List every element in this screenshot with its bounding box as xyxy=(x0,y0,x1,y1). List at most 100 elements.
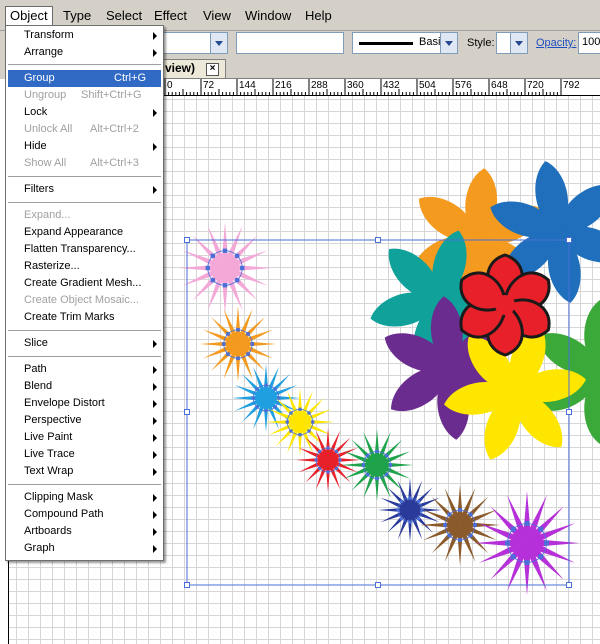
yellow-starburst xyxy=(266,388,334,456)
menu-item-show-all[interactable]: Show All Alt+Ctrl+3 xyxy=(6,155,163,172)
ruler-tick-label: 792 xyxy=(563,80,580,91)
ruler-tick-label: 144 xyxy=(239,80,256,91)
graphic-style-dropdown[interactable] xyxy=(496,32,528,54)
resize-handle xyxy=(184,409,190,415)
menu-item-expand[interactable]: Expand... xyxy=(6,207,163,224)
menu-object[interactable]: Object xyxy=(5,6,53,26)
chevron-down-icon xyxy=(510,33,527,53)
menu-item-unlock-all[interactable]: Unlock All Alt+Ctrl+2 xyxy=(6,121,163,138)
menu-item-compound-path[interactable]: Compound Path xyxy=(6,506,163,523)
submenu-arrow-icon xyxy=(153,366,157,374)
resize-handle xyxy=(566,409,572,415)
menu-item-clipping-mask[interactable]: Clipping Mask xyxy=(6,489,163,506)
ruler-tick-label: 0 xyxy=(167,80,173,91)
submenu-arrow-icon xyxy=(153,49,157,57)
navy-starburst xyxy=(378,478,442,542)
brush-definition-dropdown[interactable]: Basic xyxy=(352,32,458,54)
brown-starburst xyxy=(420,485,500,565)
menu-item-path[interactable]: Path xyxy=(6,361,163,378)
document-tab-strip xyxy=(160,58,600,79)
menu-divider xyxy=(8,484,161,485)
style-label: Style: xyxy=(467,37,495,49)
ruler-tick-label: 504 xyxy=(419,80,436,91)
brush-stroke-preview xyxy=(359,42,413,45)
submenu-arrow-icon xyxy=(153,143,157,151)
menu-item-group[interactable]: Group Ctrl+G xyxy=(8,70,161,87)
menu-item-flatten-transparency[interactable]: Flatten Transparency... xyxy=(6,241,163,258)
menu-item-artboards[interactable]: Artboards xyxy=(6,523,163,540)
red-starburst xyxy=(296,428,360,492)
menu-item-transform[interactable]: Transform xyxy=(6,27,163,44)
ruler-tick-label: 216 xyxy=(275,80,292,91)
variable-width-dropdown[interactable] xyxy=(236,32,344,54)
chevron-down-icon xyxy=(440,33,457,53)
submenu-arrow-icon xyxy=(153,528,157,536)
resize-handle xyxy=(375,582,381,588)
menu-item-create-object-mosaic[interactable]: Create Object Mosaic... xyxy=(6,292,163,309)
ruler-tick-label: 72 xyxy=(203,80,215,91)
menu-item-ungroup[interactable]: Ungroup Shift+Ctrl+G xyxy=(6,87,163,104)
submenu-arrow-icon xyxy=(153,434,157,442)
menu-item-arrange[interactable]: Arrange xyxy=(6,44,163,61)
chevron-down-icon xyxy=(210,33,227,53)
opacity-value: 100 xyxy=(582,36,600,48)
submenu-arrow-icon xyxy=(153,451,157,459)
horizontal-ruler[interactable]: 0 72 144 216 288 360 432 504 576 648 720… xyxy=(160,79,600,96)
menu-item-live-trace[interactable]: Live Trace xyxy=(6,446,163,463)
menu-divider xyxy=(8,64,161,65)
menu-item-lock[interactable]: Lock xyxy=(6,104,163,121)
submenu-arrow-icon xyxy=(153,340,157,348)
menu-type[interactable]: Type xyxy=(59,7,95,25)
menu-divider xyxy=(8,330,161,331)
opacity-link[interactable]: Opacity: xyxy=(536,37,576,49)
menu-divider xyxy=(8,202,161,203)
menu-item-perspective[interactable]: Perspective xyxy=(6,412,163,429)
resize-handle xyxy=(184,582,190,588)
submenu-arrow-icon xyxy=(153,32,157,40)
menu-effect[interactable]: Effect xyxy=(150,7,191,25)
menu-help[interactable]: Help xyxy=(301,7,336,25)
submenu-arrow-icon xyxy=(153,494,157,502)
menu-view[interactable]: View xyxy=(199,7,235,25)
submenu-arrow-icon xyxy=(153,468,157,476)
menu-item-rasterize[interactable]: Rasterize... xyxy=(6,258,163,275)
orange-starburst xyxy=(200,306,276,382)
pink-starburst xyxy=(179,222,271,314)
menu-window[interactable]: Window xyxy=(241,7,295,25)
resize-handle xyxy=(375,237,381,243)
menu-item-graph[interactable]: Graph xyxy=(6,540,163,557)
menu-divider xyxy=(8,356,161,357)
menu-item-hide[interactable]: Hide xyxy=(6,138,163,155)
menu-item-live-paint[interactable]: Live Paint xyxy=(6,429,163,446)
menu-select[interactable]: Select xyxy=(102,7,146,25)
ruler-tick-label: 648 xyxy=(491,80,508,91)
object-menu: Transform Arrange Group Ctrl+G Ungroup Shi… xyxy=(5,25,164,561)
menu-item-expand-appearance[interactable]: Expand Appearance xyxy=(6,224,163,241)
menu-item-filters[interactable]: Filters xyxy=(6,181,163,198)
menu-item-create-gradient-mesh[interactable]: Create Gradient Mesh... xyxy=(6,275,163,292)
menu-divider xyxy=(8,176,161,177)
resize-handle xyxy=(184,237,190,243)
submenu-arrow-icon xyxy=(153,511,157,519)
ruler-tick-label: 288 xyxy=(311,80,328,91)
violet-starburst xyxy=(475,491,579,595)
menu-item-envelope-distort[interactable]: Envelope Distort xyxy=(6,395,163,412)
submenu-arrow-icon xyxy=(153,383,157,391)
menu-item-blend[interactable]: Blend xyxy=(6,378,163,395)
menu-item-text-wrap[interactable]: Text Wrap xyxy=(6,463,163,480)
submenu-arrow-icon xyxy=(153,417,157,425)
close-icon[interactable]: × xyxy=(206,63,219,76)
menu-item-create-trim-marks[interactable]: Create Trim Marks xyxy=(6,309,163,326)
stroke-weight-dropdown[interactable] xyxy=(162,32,228,54)
submenu-arrow-icon xyxy=(153,545,157,553)
opacity-input[interactable]: 100 xyxy=(578,32,600,54)
menu-item-slice[interactable]: Slice xyxy=(6,335,163,352)
resize-handle xyxy=(566,237,572,243)
submenu-arrow-icon xyxy=(153,109,157,117)
document-tab-label: view) xyxy=(165,61,196,75)
document-tab[interactable]: view) × xyxy=(162,59,226,78)
ruler-tick-label: 720 xyxy=(527,80,544,91)
submenu-arrow-icon xyxy=(153,400,157,408)
submenu-arrow-icon xyxy=(153,186,157,194)
ruler-tick-label: 576 xyxy=(455,80,472,91)
